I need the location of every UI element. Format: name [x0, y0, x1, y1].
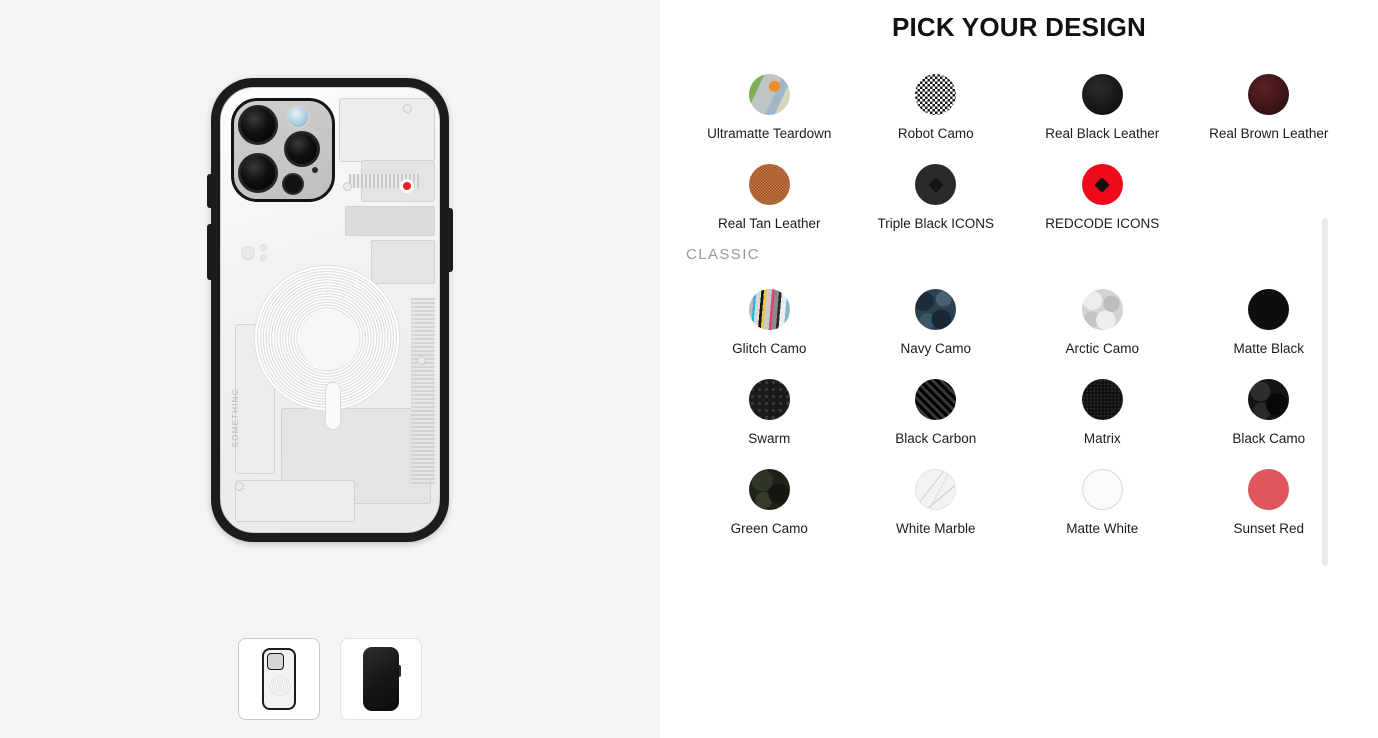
swatch-label: Ultramatte Teardown: [707, 126, 832, 141]
internal-plate: [345, 206, 435, 236]
swatch-dot-icon: [1248, 74, 1290, 115]
swatch-dot-icon: [748, 74, 790, 115]
hero-image-stage: SOMETHING: [0, 0, 660, 620]
swatch-label: Swarm: [748, 431, 791, 446]
swatch-dot-icon: [915, 74, 957, 115]
camera-lens-icon: [284, 131, 320, 167]
swatch-real-black-leather[interactable]: Real Black Leather: [1019, 52, 1186, 142]
swatch-label: REDCODE ICONS: [1045, 216, 1160, 231]
flash-icon: [286, 105, 310, 129]
swatch-green-camo[interactable]: Green Camo: [686, 447, 853, 537]
swatch-label: Triple Black ICONS: [877, 216, 995, 231]
swatch-label: Sunset Red: [1233, 521, 1305, 536]
swatch-real-brown-leather[interactable]: Real Brown Leather: [1186, 52, 1353, 142]
swatch-grid-classic: Glitch Camo Navy Camo Arctic Camo Matte …: [660, 267, 1378, 537]
page-title: PICK YOUR DESIGN: [891, 12, 1147, 42]
diamond-icon: [927, 176, 944, 193]
thumbnail-front-preview: [363, 647, 401, 711]
internal-connectors: [241, 244, 281, 262]
case-back-panel: SOMETHING: [220, 87, 440, 533]
thumbnail-back-preview: [262, 648, 296, 710]
swatch-dot-icon: [748, 164, 790, 205]
internal-plate: [371, 240, 435, 284]
swatch-dot-icon: [748, 289, 790, 330]
diamond-icon: [1094, 176, 1111, 193]
swatch-dot-icon: [1081, 379, 1123, 420]
swatch-label: Robot Camo: [897, 126, 974, 141]
thumbnail-case-back-view[interactable]: [238, 638, 320, 720]
battery-tab: [325, 382, 341, 430]
swatch-label: Real Tan Leather: [717, 216, 821, 231]
swatch-black-carbon[interactable]: Black Carbon: [853, 357, 1020, 447]
design-scroll-area[interactable]: Ultramatte Teardown Robot Camo Real Blac…: [660, 52, 1378, 738]
internal-plate: [235, 480, 355, 522]
thumbnail-case-front-view[interactable]: [340, 638, 422, 720]
swatch-label: Matte White: [1066, 521, 1139, 536]
swatch-label: Arctic Camo: [1065, 341, 1139, 356]
swatch-dot-icon: [1081, 469, 1123, 510]
swatch-dot-icon: [1081, 289, 1123, 330]
swatch-label: White Marble: [895, 521, 976, 536]
design-list-scrollbar[interactable]: [1322, 218, 1328, 566]
swatch-matrix[interactable]: Matrix: [1019, 357, 1186, 447]
swatch-label: Navy Camo: [900, 341, 972, 356]
case-side-button-right: [449, 208, 453, 272]
swatch-dot-icon: [748, 379, 790, 420]
swatch-swarm[interactable]: Swarm: [686, 357, 853, 447]
swatch-dot-icon: [1248, 379, 1290, 420]
swatch-dot-icon: [915, 379, 957, 420]
camera-lens-icon: [238, 153, 278, 193]
screw-icon: [403, 104, 412, 113]
swatch-label: Matrix: [1083, 431, 1121, 446]
swatch-dot-icon: [915, 289, 957, 330]
product-configurator: SOMETHING PICK YOUR DESIGN Ultramatte Te…: [0, 0, 1378, 738]
swatch-white-marble[interactable]: White Marble: [853, 447, 1020, 537]
swatch-real-tan-leather[interactable]: Real Tan Leather: [686, 142, 853, 232]
swatch-dot-icon: [748, 469, 790, 510]
swatch-label: Matte Black: [1233, 341, 1305, 356]
case-microtext: [389, 380, 419, 450]
swatch-glitch-camo[interactable]: Glitch Camo: [686, 267, 853, 357]
swatch-grid-premium: Ultramatte Teardown Robot Camo Real Blac…: [660, 52, 1378, 232]
lidar-sensor-icon: [282, 173, 304, 195]
swatch-ultramatte-teardown[interactable]: Ultramatte Teardown: [686, 52, 853, 142]
swatch-label: Real Brown Leather: [1209, 126, 1329, 141]
swatch-dot-icon: [915, 469, 957, 510]
swatch-robot-camo[interactable]: Robot Camo: [853, 52, 1020, 142]
swatch-dot-icon: [1081, 164, 1123, 205]
camera-lens-icon: [238, 105, 278, 145]
screw-icon: [343, 182, 352, 191]
swatch-label: Green Camo: [730, 521, 808, 536]
product-gallery: SOMETHING: [0, 0, 660, 738]
swatch-dot-icon: [915, 164, 957, 205]
scrollbar-thumb[interactable]: [1322, 218, 1328, 566]
red-indicator-dot: [403, 182, 411, 190]
microphone-icon: [312, 167, 318, 173]
group-heading-classic: CLASSIC: [686, 246, 760, 263]
internal-plate: [339, 98, 435, 162]
phone-case-hero-image[interactable]: SOMETHING: [207, 78, 453, 542]
swatch-label: Black Carbon: [895, 431, 977, 446]
swatch-label: Black Camo: [1232, 431, 1306, 446]
screw-icon: [417, 356, 426, 365]
screw-icon: [235, 482, 244, 491]
case-brand-text: SOMETHING: [231, 388, 240, 448]
swatch-label: Glitch Camo: [732, 341, 807, 356]
swatch-navy-camo[interactable]: Navy Camo: [853, 267, 1020, 357]
swatch-dot-icon: [1248, 469, 1290, 510]
swatch-redcode-icons[interactable]: REDCODE ICONS: [1019, 142, 1186, 232]
swatch-arctic-camo[interactable]: Arctic Camo: [1019, 267, 1186, 357]
swatch-label: Real Black Leather: [1045, 126, 1160, 141]
thumbnail-strip: [0, 638, 660, 720]
swatch-matte-white[interactable]: Matte White: [1019, 447, 1186, 537]
design-picker-panel: PICK YOUR DESIGN Ultramatte Teardown Rob…: [660, 0, 1378, 738]
swatch-dot-icon: [1248, 289, 1290, 330]
swatch-triple-black-icons[interactable]: Triple Black ICONS: [853, 142, 1020, 232]
swatch-dot-icon: [1081, 74, 1123, 115]
camera-module: [231, 98, 335, 202]
